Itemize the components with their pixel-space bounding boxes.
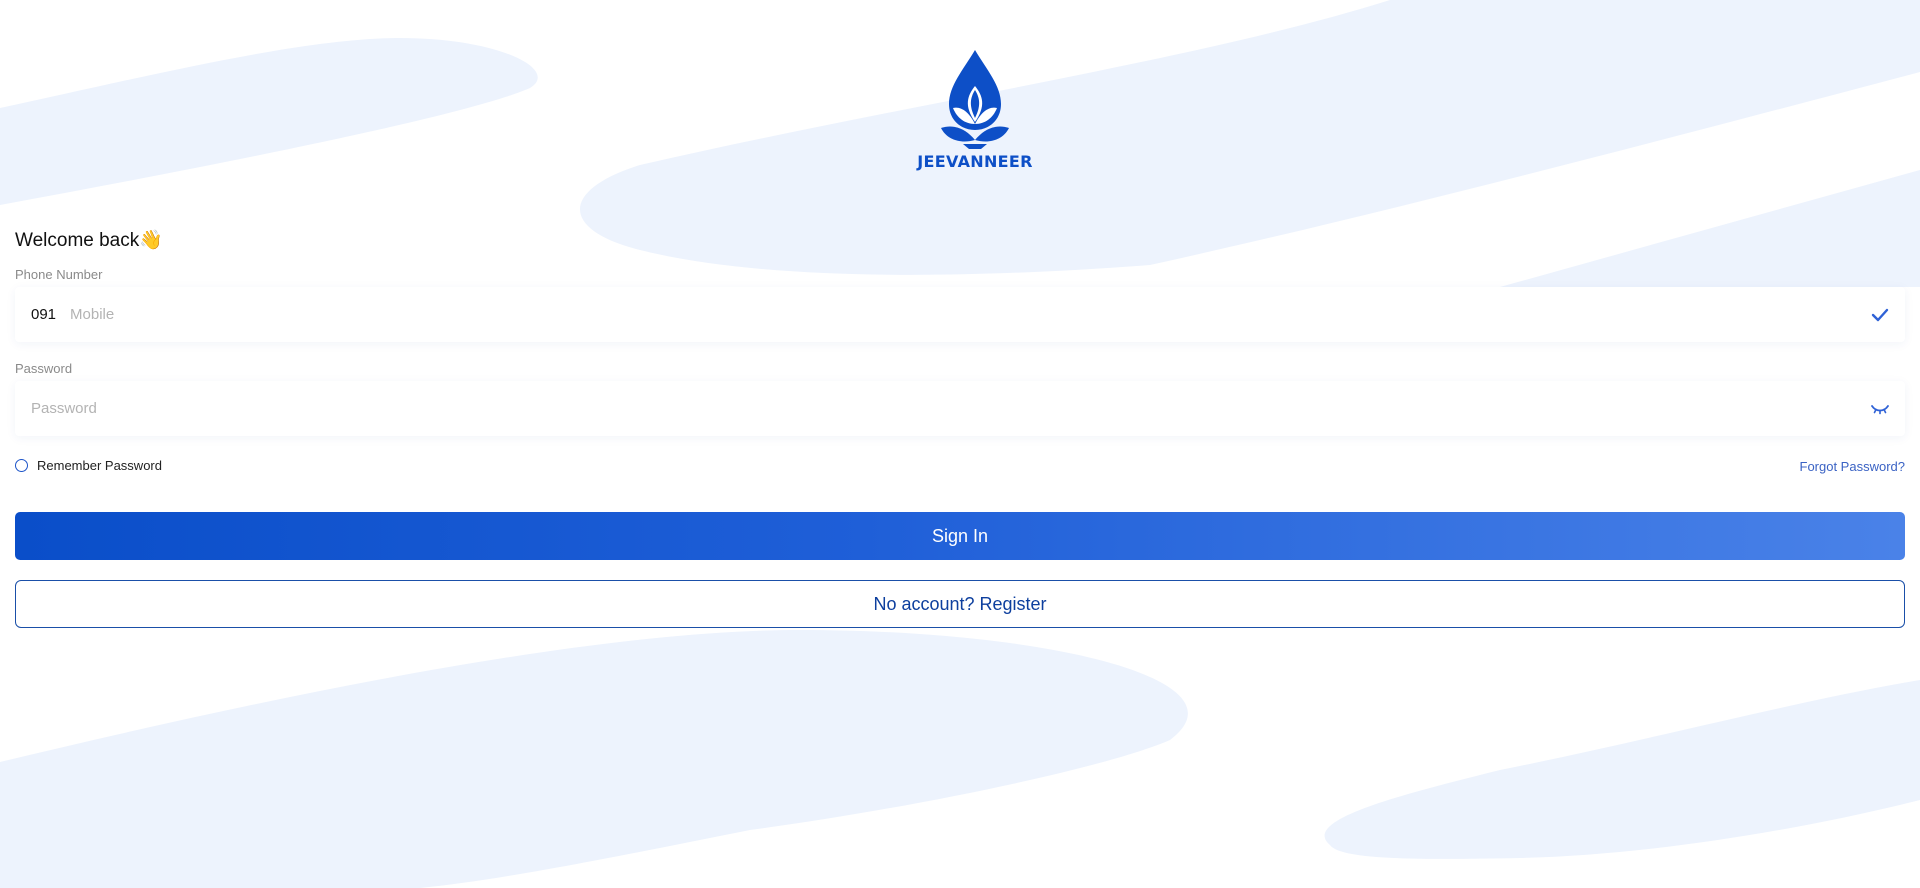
password-field	[15, 381, 1905, 436]
welcome-title: Welcome back👋	[15, 230, 163, 251]
password-label: Password	[15, 361, 73, 376]
country-code: 091	[31, 306, 57, 323]
phone-label: Phone Number	[15, 267, 103, 282]
eye-closed-icon[interactable]	[1869, 398, 1891, 420]
remember-password-toggle[interactable]: Remember Password	[15, 458, 162, 473]
register-button[interactable]: No account? Register	[15, 580, 1905, 628]
brand-logo: JEEVANNEER	[910, 48, 1040, 180]
phone-field: 091	[15, 287, 1905, 342]
remember-label: Remember Password	[37, 458, 162, 473]
brand-name: JEEVANNEER	[917, 152, 1033, 171]
sign-in-button[interactable]: Sign In	[15, 512, 1905, 560]
password-input[interactable]	[31, 381, 1869, 436]
lotus-icon	[941, 50, 1009, 149]
remember-radio[interactable]	[15, 459, 28, 472]
forgot-password-link[interactable]: Forgot Password?	[1800, 459, 1906, 474]
login-page: JEEVANNEER Welcome back👋 Phone Number 09…	[0, 0, 1920, 888]
phone-input[interactable]	[70, 287, 1869, 342]
check-icon	[1869, 304, 1891, 326]
